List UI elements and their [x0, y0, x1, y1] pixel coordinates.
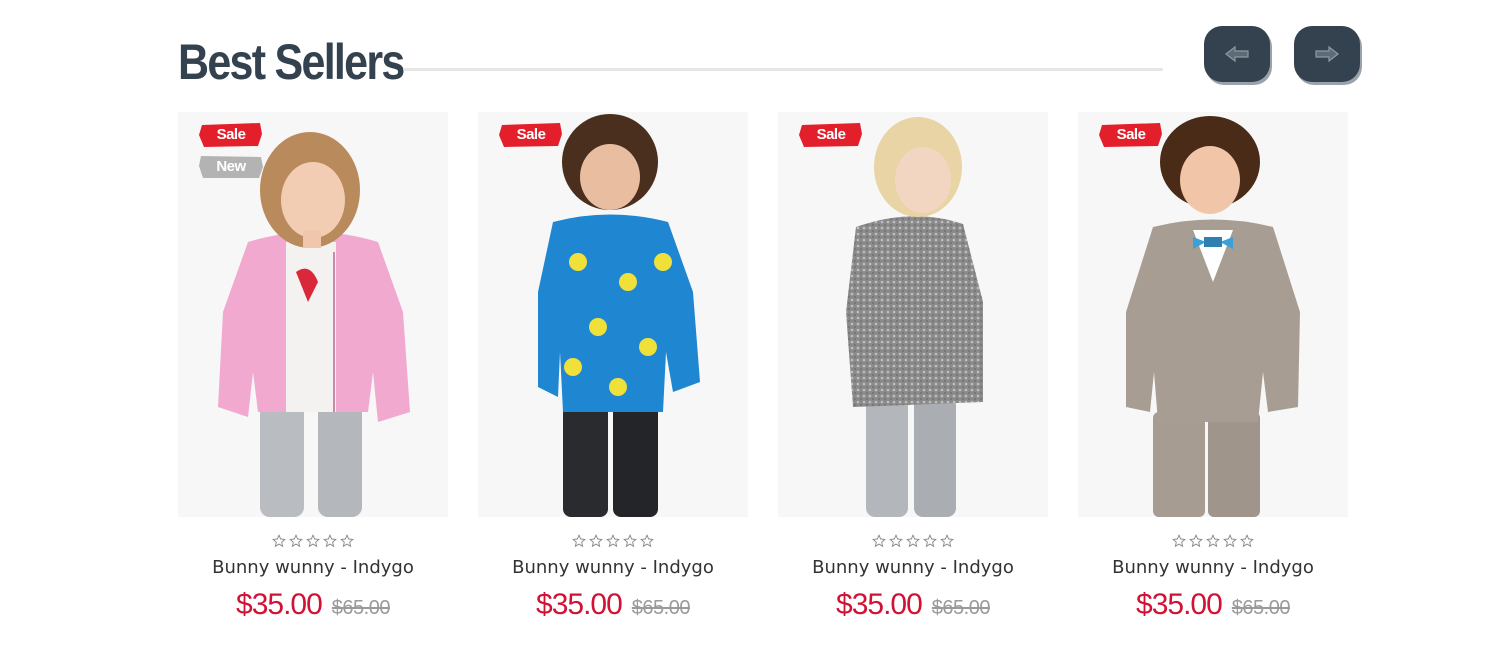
carousel-prev-button[interactable]	[1204, 26, 1270, 82]
star-empty-icon	[306, 534, 320, 548]
sale-badge: Sale	[198, 122, 264, 148]
sale-badge: Sale	[1098, 122, 1164, 148]
product-name-link[interactable]: Bunny wunny - Indygo	[1078, 555, 1348, 581]
star-empty-icon	[1172, 534, 1186, 548]
sale-badge-label: Sale	[516, 126, 546, 143]
star-empty-icon	[1206, 534, 1220, 548]
star-empty-icon	[623, 534, 637, 548]
star-empty-icon	[640, 534, 654, 548]
star-empty-icon	[289, 534, 303, 548]
star-empty-icon	[606, 534, 620, 548]
star-empty-icon	[923, 534, 937, 548]
product-name-link[interactable]: Bunny wunny - Indygo	[178, 555, 448, 581]
sale-badge-label: Sale	[816, 126, 846, 143]
price-row: $35.00 $65.00	[1078, 588, 1348, 622]
arrow-right-icon	[1315, 45, 1339, 63]
star-empty-icon	[906, 534, 920, 548]
star-empty-icon	[572, 534, 586, 548]
star-empty-icon	[323, 534, 337, 548]
star-empty-icon	[1189, 534, 1203, 548]
sale-price: $35.00	[836, 588, 923, 621]
product-image[interactable]: Sale	[1078, 112, 1348, 517]
price-row: $35.00 $65.00	[178, 588, 448, 622]
product-carousel: Sale New Bunny wunny - Indygo $35.00 $65…	[178, 112, 1348, 632]
star-empty-icon	[889, 534, 903, 548]
star-rating	[1078, 534, 1348, 548]
title-divider	[403, 68, 1163, 71]
product-image[interactable]: Sale	[778, 112, 1048, 517]
product-card: Sale Bunny wunny - Indygo $35.00 $65.00	[1078, 112, 1348, 632]
original-price: $65.00	[631, 597, 691, 619]
star-empty-icon	[589, 534, 603, 548]
arrow-left-icon	[1225, 45, 1249, 63]
price-row: $35.00 $65.00	[478, 588, 748, 622]
section-title: Best Sellers	[178, 34, 405, 90]
sale-price: $35.00	[1136, 588, 1223, 621]
star-empty-icon	[340, 534, 354, 548]
new-badge: New	[198, 154, 264, 180]
product-name-link[interactable]: Bunny wunny - Indygo	[778, 555, 1048, 581]
product-image[interactable]: Sale New	[178, 112, 448, 517]
product-card: Sale Bunny wunny - Indygo $35.00 $65.00	[478, 112, 748, 632]
sale-badge-label: Sale	[1116, 126, 1146, 143]
new-badge-label: New	[216, 158, 246, 175]
star-empty-icon	[940, 534, 954, 548]
product-card: Sale New Bunny wunny - Indygo $35.00 $65…	[178, 112, 448, 632]
product-card: Sale Bunny wunny - Indygo $35.00 $65.00	[778, 112, 1048, 632]
price-row: $35.00 $65.00	[778, 588, 1048, 622]
star-empty-icon	[1240, 534, 1254, 548]
original-price: $65.00	[1231, 597, 1291, 619]
star-rating	[178, 534, 448, 548]
original-price: $65.00	[331, 597, 391, 619]
star-empty-icon	[1223, 534, 1237, 548]
sale-price: $35.00	[536, 588, 623, 621]
star-rating	[778, 534, 1048, 548]
sale-badge: Sale	[798, 122, 864, 148]
sale-price: $35.00	[236, 588, 323, 621]
carousel-next-button[interactable]	[1294, 26, 1360, 82]
product-image[interactable]: Sale	[478, 112, 748, 517]
star-empty-icon	[272, 534, 286, 548]
star-rating	[478, 534, 748, 548]
original-price: $65.00	[931, 597, 991, 619]
star-empty-icon	[872, 534, 886, 548]
sale-badge-label: Sale	[216, 126, 246, 143]
product-name-link[interactable]: Bunny wunny - Indygo	[478, 555, 748, 581]
sale-badge: Sale	[498, 122, 564, 148]
